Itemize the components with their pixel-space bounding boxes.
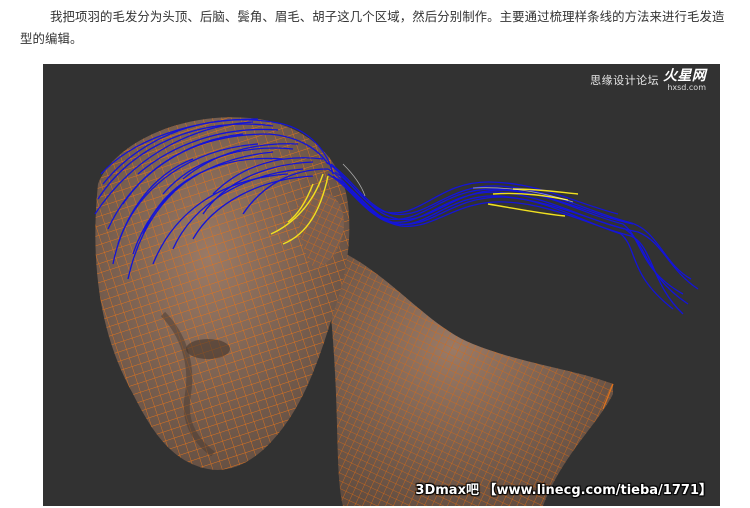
logo-domain: hxsd.com bbox=[667, 82, 706, 92]
hair-spline-render bbox=[94, 117, 699, 506]
logo-brand: 火星网 bbox=[663, 67, 706, 84]
site-logo: 思缘设计论坛 火星网 hxsd.com bbox=[590, 68, 706, 92]
spline-vertices bbox=[342, 163, 574, 203]
intro-paragraph: 我把项羽的毛发分为头顶、后脑、鬓角、眉毛、胡子这几个区域，然后分别制作。主要通过… bbox=[20, 9, 725, 46]
3d-viewport-image: 思缘设计论坛 火星网 hxsd.com 3Dmax吧 【www.linecg.c… bbox=[43, 64, 720, 506]
logo-text: 思缘设计论坛 bbox=[590, 74, 660, 87]
logo-mark: 火星网 hxsd.com bbox=[663, 69, 706, 92]
neck-mesh bbox=[323, 244, 614, 506]
watermark-text: 3Dmax吧 【www.linecg.com/tieba/1771】 bbox=[415, 483, 712, 498]
